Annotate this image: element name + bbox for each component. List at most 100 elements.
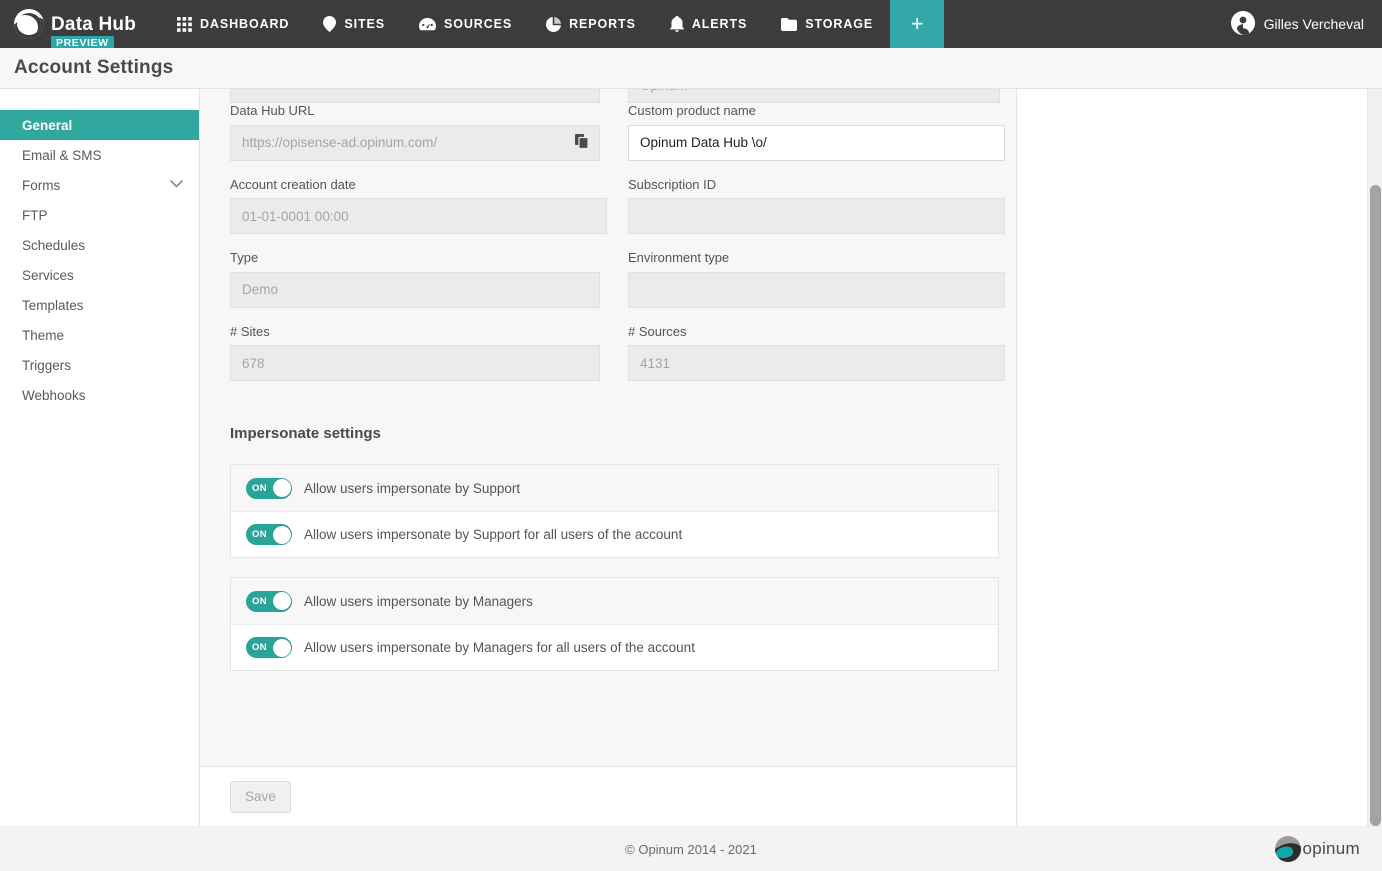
toggle-state-label: ON [252,483,267,494]
type-field[interactable]: Demo [230,272,600,308]
map-pin-icon [323,16,336,32]
settings-content: Opinum Data Hub URL https://opisense-ad.… [200,89,1017,826]
toggle-support-impersonate[interactable]: ON [246,478,292,499]
custom-product-name-group: Custom product name Opinum Data Hub \o/ [628,103,1017,161]
nav-dashboard[interactable]: DASHBOARD [160,0,306,48]
sidebar-item-general[interactable]: General [0,110,199,140]
page-footer: © Opinum 2014 - 2021 opinum [0,826,1382,871]
nav-reports[interactable]: REPORTS [529,0,653,48]
brand-name: Data Hub [51,15,136,34]
opinum-logo-text: opinum [1302,839,1360,859]
field-col-right-3: Environment type [628,250,1017,324]
user-menu[interactable]: Gilles Vercheval [1231,11,1382,38]
toggle-managers-impersonate-all[interactable]: ON [246,637,292,658]
sidebar-item-templates[interactable]: Templates [0,290,199,320]
toggle-label: Allow users impersonate by Managers [304,594,533,609]
num-sources-label: # Sources [628,324,1017,340]
nav-storage[interactable]: STORAGE [764,0,890,48]
sidebar-item-webhooks[interactable]: Webhooks [0,380,199,410]
user-name: Gilles Vercheval [1264,16,1364,32]
user-avatar-icon [1231,11,1255,38]
impersonate-support-card: ON Allow users impersonate by Support ON… [230,464,999,558]
nav-alerts[interactable]: ALERTS [653,0,764,48]
copyright-text: © Opinum 2014 - 2021 [625,842,757,857]
grid-icon [177,17,192,32]
add-button[interactable]: + [890,0,944,48]
toggle-state-label: ON [252,529,267,540]
sidebar-item-schedules[interactable]: Schedules [0,230,199,260]
custom-product-name-value: Opinum Data Hub \o/ [640,135,767,150]
plus-icon: + [911,11,924,37]
toggle-row[interactable]: ON Allow users impersonate by Support [231,465,998,511]
page-scrollbar-thumb[interactable] [1370,185,1381,826]
toggle-managers-impersonate[interactable]: ON [246,591,292,612]
nav-sites-label: SITES [344,17,385,31]
field-col-left-2: Account creation date 01-01-0001 00:00 [230,177,628,251]
right-whitespace [1017,89,1382,826]
account-creation-date-label: Account creation date [230,177,628,193]
save-action-bar: Save [200,766,1016,826]
page-body: General Email & SMS Forms FTP Schedules … [0,89,1382,826]
sidebar-item-triggers[interactable]: Triggers [0,350,199,380]
environment-type-field[interactable] [628,272,1005,308]
environment-type-group: Environment type [628,250,1017,308]
sidebar-item-ftp[interactable]: FTP [0,200,199,230]
sidebar-item-theme[interactable]: Theme [0,320,199,350]
custom-product-name-field[interactable]: Opinum Data Hub \o/ [628,125,1005,161]
page-scrollbar-track[interactable] [1367,89,1382,826]
scrolled-off-fields-row: Opinum [230,89,1017,103]
toggle-knob [273,526,291,544]
toggle-row[interactable]: ON Allow users impersonate by Managers [231,578,998,624]
num-sources-value: 4131 [640,356,670,371]
subscription-id-label: Subscription ID [628,177,1017,193]
nav-alerts-label: ALERTS [692,17,747,31]
sidebar-item-label: Templates [22,298,84,313]
scrolled-off-left-field[interactable] [230,89,600,103]
sidebar-item-forms[interactable]: Forms [0,170,199,200]
copy-icon[interactable] [575,134,589,152]
field-col-right-4: # Sources 4131 [628,324,1017,398]
account-creation-date-value: 01-01-0001 00:00 [242,209,349,224]
toggle-knob [273,592,291,610]
sidebar-item-label: Services [22,268,74,283]
field-col-left-3: Type Demo [230,250,628,324]
save-button[interactable]: Save [230,781,291,813]
num-sources-group: # Sources 4131 [628,324,1017,382]
impersonate-managers-card: ON Allow users impersonate by Managers O… [230,577,999,671]
page-header: Account Settings [0,48,1382,89]
sidebar-item-services[interactable]: Services [0,260,199,290]
toggle-knob [273,479,291,497]
sidebar-item-label: Forms [22,178,60,193]
sidebar-item-email-sms[interactable]: Email & SMS [0,140,199,170]
scrolled-off-right-field[interactable]: Opinum [628,89,1000,103]
bell-icon [670,16,684,32]
data-hub-url-field[interactable]: https://opisense-ad.opinum.com/ [230,125,600,161]
num-sites-label: # Sites [230,324,628,340]
account-creation-date-field[interactable]: 01-01-0001 00:00 [230,198,607,234]
brand-logo-block[interactable]: Data Hub PREVIEW [0,9,160,39]
top-navigation-bar: Data Hub PREVIEW DASHBOARD SITES [0,0,1382,48]
nav-dashboard-label: DASHBOARD [200,17,289,31]
num-sites-field[interactable]: 678 [230,345,600,381]
toggle-row[interactable]: ON Allow users impersonate by Managers f… [231,624,998,670]
toggle-state-label: ON [252,596,267,607]
sidebar-item-label: Theme [22,328,64,343]
num-sources-field[interactable]: 4131 [628,345,1005,381]
account-creation-date-group: Account creation date 01-01-0001 00:00 [230,177,628,235]
nav-sources[interactable]: SOURCES [402,0,529,48]
data-hub-url-group: Data Hub URL https://opisense-ad.opinum.… [230,103,628,161]
subscription-id-field[interactable] [628,198,1005,234]
environment-type-label: Environment type [628,250,1017,266]
field-col-left-4: # Sites 678 [230,324,628,398]
nav-sources-label: SOURCES [444,17,512,31]
toggle-label: Allow users impersonate by Support for a… [304,527,682,542]
nav-sites[interactable]: SITES [306,0,402,48]
toggle-state-label: ON [252,642,267,653]
sidebar-item-label: Email & SMS [22,148,102,163]
sidebar-item-label: Schedules [22,238,85,253]
sidebar-item-label: FTP [22,208,48,223]
field-col-right-2: Subscription ID [628,177,1017,251]
toggle-row[interactable]: ON Allow users impersonate by Support fo… [231,511,998,557]
toggle-support-impersonate-all[interactable]: ON [246,524,292,545]
data-hub-url-label: Data Hub URL [230,103,628,119]
